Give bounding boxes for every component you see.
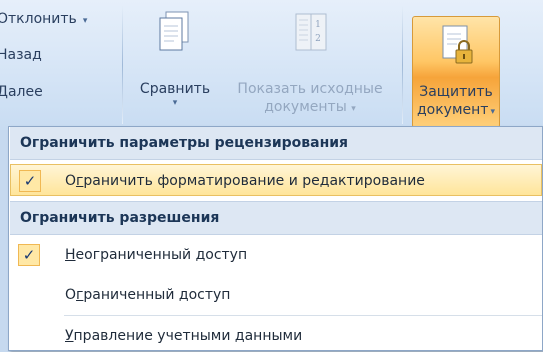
show-source-label-line1: Показать исходные xyxy=(237,81,383,97)
protect-label-line1: Защитить xyxy=(419,84,493,100)
label-part: правление учетными данными xyxy=(73,328,303,344)
label-part: еограниченный доступ xyxy=(75,247,248,263)
chevron-down-icon: ▾ xyxy=(351,104,356,114)
group-separator xyxy=(402,6,403,124)
label-part: О xyxy=(65,287,77,303)
menu-item-restricted-access[interactable]: Ограниченный доступ xyxy=(10,279,542,311)
compare-label: Сравнить xyxy=(139,81,211,97)
reject-label: Отклонить xyxy=(0,11,77,27)
review-changes-group: Отклонить ▾ Назад Далее xyxy=(0,0,122,130)
label-part: О xyxy=(65,173,77,189)
label-part: раниченный доступ xyxy=(83,287,231,303)
menu-item-label: Управление учетными данными xyxy=(65,320,302,352)
chevron-down-icon: ▾ xyxy=(172,98,178,108)
chevron-down-icon: ▾ xyxy=(490,107,495,117)
protect-document-lock-icon xyxy=(442,25,473,64)
protect-document-button[interactable]: Защитить документ ▾ xyxy=(412,16,500,128)
next-label: Далее xyxy=(0,84,43,100)
protect-line2-text: документ xyxy=(416,102,489,118)
next-button[interactable]: Далее xyxy=(0,81,43,103)
show-source-line2-text: документы xyxy=(264,99,347,115)
source-documents-icon: 1 2 xyxy=(295,13,327,51)
menu-item-unrestricted-access[interactable]: ✓ Неограниченный доступ xyxy=(10,239,542,271)
menu-item-manage-credentials[interactable]: Управление учетными данными xyxy=(10,320,542,352)
checkmark-icon: ✓ xyxy=(19,170,41,192)
group-separator xyxy=(122,6,123,124)
chevron-down-icon: ▾ xyxy=(82,16,88,26)
mnemonic-letter: Н xyxy=(65,247,76,263)
compare-document-icon xyxy=(159,11,189,51)
panel-number-2: 2 xyxy=(315,34,321,44)
menu-item-restrict-formatting-editing[interactable]: ✓ Ограничить форматирование и редактиров… xyxy=(10,164,542,196)
ribbon: Отклонить ▾ Назад Далее Сравнить ▾ 1 2 П… xyxy=(0,0,543,130)
protect-document-menu: Ограничить параметры рецензирования ✓ Ог… xyxy=(8,126,543,351)
compare-button[interactable]: Сравнить ▾ xyxy=(132,0,218,130)
menu-divider xyxy=(64,315,542,316)
label-part: раничить форматирование и редактирование xyxy=(83,173,425,189)
show-source-label-line2: документы ▾ xyxy=(222,98,398,118)
menu-item-label: Неограниченный доступ xyxy=(65,239,247,271)
checkmark-icon: ✓ xyxy=(18,244,40,266)
mnemonic-letter: У xyxy=(65,328,74,344)
protect-label-line2: документ ▾ xyxy=(413,101,499,121)
previous-label: Назад xyxy=(0,47,42,63)
menu-section-header-review: Ограничить параметры рецензирования xyxy=(10,127,542,160)
show-source-documents-button[interactable]: 1 2 Показать исходные документы ▾ xyxy=(222,0,398,130)
reject-button[interactable]: Отклонить ▾ xyxy=(0,8,87,30)
panel-number-1: 1 xyxy=(315,20,321,30)
menu-item-label: Ограниченный доступ xyxy=(65,279,230,311)
previous-button[interactable]: Назад xyxy=(0,44,42,66)
menu-section-header-permissions: Ограничить разрешения xyxy=(10,201,542,235)
menu-item-label: Ограничить форматирование и редактирован… xyxy=(65,165,425,197)
